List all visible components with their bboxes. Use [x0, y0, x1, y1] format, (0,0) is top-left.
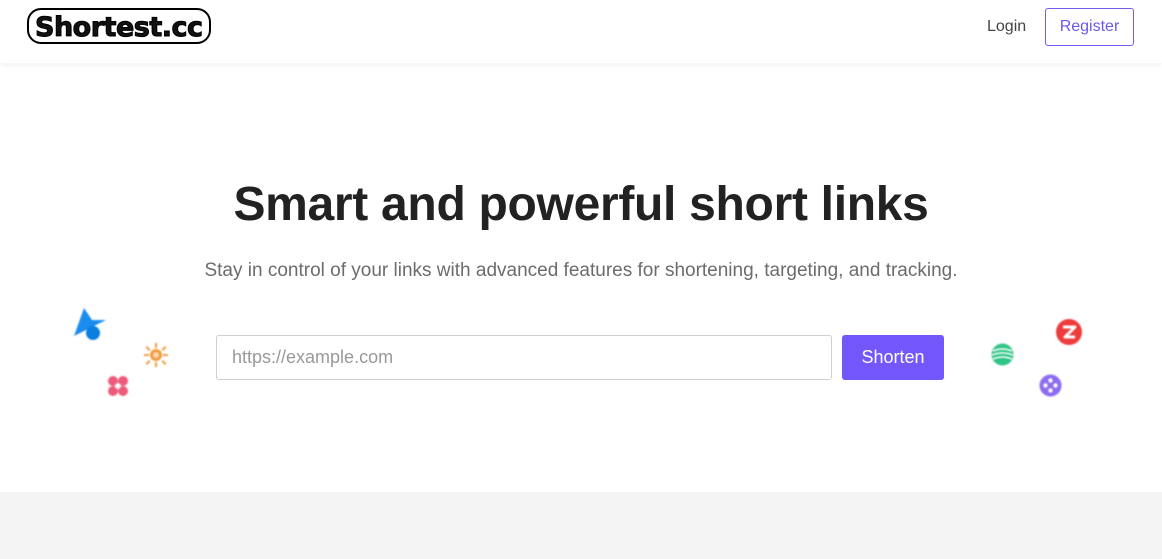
pink-flower-icon — [108, 376, 128, 396]
bottom-section — [0, 492, 1162, 559]
green-globe-icon — [991, 343, 1014, 366]
blue-shape-icon — [74, 308, 106, 340]
orange-sun-icon — [144, 343, 168, 367]
red-zap-icon — [1056, 319, 1082, 345]
navbar: Shortest.cc Login Register — [0, 0, 1162, 63]
login-link[interactable]: Login — [987, 17, 1026, 37]
hero-section: Smart and powerful short links Stay in c… — [0, 63, 1162, 492]
url-input[interactable] — [216, 335, 832, 380]
register-button[interactable]: Register — [1045, 8, 1134, 46]
shorten-button[interactable]: Shorten — [842, 335, 944, 380]
hero-title: Smart and powerful short links — [233, 178, 929, 231]
hero-subtitle: Stay in control of your links with advan… — [204, 260, 958, 281]
logo[interactable]: Shortest.cc — [27, 8, 211, 44]
purple-pinwheel-icon — [1039, 374, 1062, 397]
